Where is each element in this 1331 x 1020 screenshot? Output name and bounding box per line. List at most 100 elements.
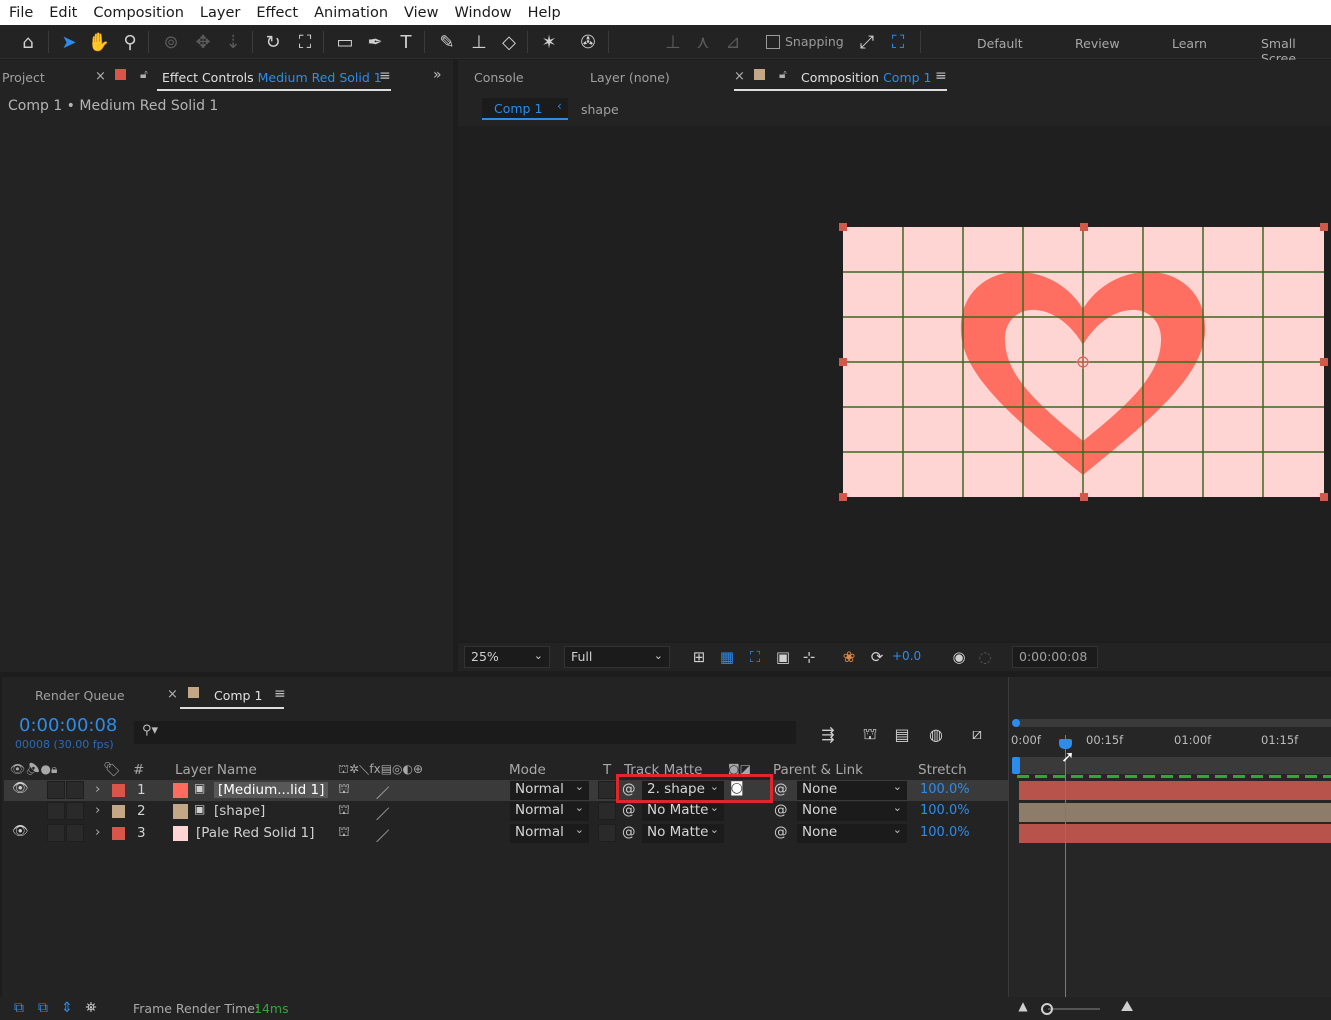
- quality-switch-icon[interactable]: ／: [376, 782, 390, 802]
- quality-switch-icon[interactable]: ／: [376, 803, 390, 823]
- close-icon[interactable]: ×: [167, 687, 178, 702]
- stretch-value[interactable]: 100.0%: [920, 825, 970, 840]
- track-matte-select[interactable]: No Matte ⌄: [642, 801, 724, 821]
- eye-icon[interactable]: 👁︎: [12, 781, 29, 796]
- region-of-interest-icon[interactable]: ▣: [770, 644, 796, 670]
- comp-nav-comp1[interactable]: Comp 1 ‹: [482, 98, 568, 120]
- zoom-select[interactable]: 25% ⌄: [464, 646, 550, 668]
- tab-comp-1[interactable]: Comp 1: [214, 688, 262, 703]
- layer-row[interactable]: 👁︎ › 3 [Pale Red Solid 1] ⛫ ／ Normal ⌄ @ No Matte…: [4, 823, 1008, 845]
- grid-guides-icon[interactable]: ⊹: [796, 644, 822, 670]
- menu-effect[interactable]: Effect: [248, 5, 306, 21]
- reset-exposure-icon[interactable]: ⟳: [864, 644, 890, 670]
- lock-icon[interactable]: 🔓︎: [140, 67, 148, 82]
- label-color-swatch[interactable]: [112, 805, 125, 818]
- eye-icon[interactable]: 👁︎: [12, 824, 29, 839]
- transform-handle[interactable]: [1080, 493, 1088, 501]
- workspace-review[interactable]: Review: [1075, 36, 1120, 51]
- snapping-toggle[interactable]: Snapping: [766, 34, 844, 49]
- composition-flowchart-icon[interactable]: ⇶: [815, 721, 841, 747]
- view-axis-icon[interactable]: ⊿: [720, 29, 746, 55]
- parent-pick-whip-icon[interactable]: @: [774, 824, 788, 840]
- tab-render-queue[interactable]: Render Queue: [35, 688, 125, 703]
- search-input[interactable]: ⚲▾: [134, 721, 796, 744]
- close-icon[interactable]: ×: [95, 69, 106, 84]
- pan-behind-tool-icon[interactable]: ⛶: [292, 29, 318, 55]
- menu-animation[interactable]: Animation: [306, 5, 396, 21]
- shy-switch-icon[interactable]: ⛫: [338, 782, 350, 799]
- hand-tool-icon[interactable]: ✋: [86, 29, 112, 55]
- local-axis-icon[interactable]: ⊥: [660, 29, 686, 55]
- label-color-swatch[interactable]: [112, 827, 125, 840]
- tab-composition[interactable]: Composition Comp 1: [801, 70, 931, 85]
- orbit-camera-icon[interactable]: ⊚: [158, 29, 184, 55]
- workspace-learn[interactable]: Learn: [1172, 36, 1207, 51]
- parent-select[interactable]: None ⌄: [797, 823, 907, 843]
- composition-canvas[interactable]: [843, 227, 1324, 497]
- timeline-graph-area[interactable]: 0:00f 00:15f 01:00f 01:15f ➚: [1008, 677, 1331, 1020]
- shy-layers-icon[interactable]: ⛫: [857, 721, 883, 747]
- parent-select[interactable]: None ⌄: [797, 801, 907, 821]
- tab-layer[interactable]: Layer (none): [590, 70, 670, 85]
- transparency-grid-icon[interactable]: ▦: [714, 644, 740, 670]
- panel-menu-icon[interactable]: ≡: [379, 68, 391, 84]
- menu-help[interactable]: Help: [520, 5, 569, 21]
- render-time-icon[interactable]: ⛯: [78, 995, 104, 1020]
- graph-editor-icon[interactable]: ⧄: [964, 721, 990, 747]
- snap-features-icon[interactable]: ⛶: [885, 29, 911, 55]
- layer-row[interactable]: 👁︎ › 1 ▣ [Medium...lid 1] ⛫ ／ Normal ⌄ @2. shape ⌄…: [4, 780, 1008, 802]
- expand-chevron-icon[interactable]: ›: [95, 781, 100, 797]
- menu-view[interactable]: View: [396, 5, 446, 21]
- transfer-controls-icon[interactable]: ⧉: [30, 995, 56, 1020]
- work-area-start[interactable]: [1012, 719, 1020, 727]
- clone-stamp-tool-icon[interactable]: ⊥: [466, 29, 492, 55]
- workspace-default[interactable]: Default: [977, 36, 1023, 51]
- layer-switches-toggle-icon[interactable]: ⧉: [6, 995, 32, 1020]
- pick-whip-icon[interactable]: @: [622, 802, 636, 818]
- parent-pick-whip-icon[interactable]: @: [774, 802, 788, 818]
- blend-mode-select[interactable]: Normal ⌄: [510, 801, 589, 821]
- tab-console[interactable]: Console: [474, 70, 524, 85]
- transform-handle[interactable]: [1080, 223, 1088, 231]
- zoom-out-icon[interactable]: ▲: [1010, 993, 1036, 1019]
- solo-toggle[interactable]: [47, 802, 65, 820]
- panel-menu-icon[interactable]: ≡: [274, 686, 286, 702]
- in-out-toggle-icon[interactable]: ⇕: [54, 995, 80, 1020]
- stretch-value[interactable]: 100.0%: [920, 782, 970, 797]
- shy-switch-icon[interactable]: ⛫: [338, 825, 350, 842]
- mask-visibility-icon[interactable]: ⛶: [742, 644, 768, 670]
- track-matte-select[interactable]: No Matte ⌄: [642, 823, 724, 843]
- fast-previews-icon[interactable]: ⊞: [686, 644, 712, 670]
- transform-handle[interactable]: [839, 223, 847, 231]
- transform-handle[interactable]: [1320, 223, 1328, 231]
- menu-window[interactable]: Window: [446, 5, 519, 21]
- brush-tool-icon[interactable]: ✎: [434, 29, 460, 55]
- zoom-in-icon[interactable]: ⛰: [1114, 993, 1140, 1019]
- type-tool-icon[interactable]: T: [393, 29, 419, 55]
- lock-toggle[interactable]: [66, 824, 84, 842]
- eraser-tool-icon[interactable]: ◇: [496, 29, 522, 55]
- expand-chevron-icon[interactable]: ›: [95, 802, 100, 818]
- lock-icon[interactable]: 🔓︎: [779, 67, 787, 82]
- stretch-value[interactable]: 100.0%: [920, 803, 970, 818]
- layer-name[interactable]: [Pale Red Solid 1]: [196, 825, 314, 841]
- expand-chevron-icon[interactable]: ›: [95, 824, 100, 840]
- menu-edit[interactable]: Edit: [41, 5, 85, 21]
- tab-effect-controls[interactable]: Effect Controls Medium Red Solid 1: [162, 70, 382, 85]
- solo-toggle[interactable]: [47, 824, 65, 842]
- pick-whip-icon[interactable]: @: [622, 824, 636, 840]
- overflow-chevron-icon[interactable]: »: [433, 67, 442, 83]
- shy-switch-icon[interactable]: ⛫: [338, 803, 350, 820]
- work-area-bar[interactable]: [1017, 719, 1331, 727]
- panel-menu-icon[interactable]: ≡: [935, 68, 947, 84]
- selection-tool-icon[interactable]: ➤: [56, 29, 82, 55]
- parent-select[interactable]: None ⌄: [797, 780, 907, 800]
- track-xy-camera-icon[interactable]: ✥: [190, 29, 216, 55]
- label-color-swatch[interactable]: [112, 784, 125, 797]
- menu-layer[interactable]: Layer: [192, 5, 248, 21]
- resolution-select[interactable]: Full ⌄: [564, 646, 670, 668]
- transform-handle[interactable]: [839, 493, 847, 501]
- layer-row[interactable]: › 2 ▣ [shape] ⛫ ／ Normal ⌄ @ No Matte ⌄ @ None ⌄ 100.0…: [4, 801, 1008, 823]
- transform-handle[interactable]: [839, 358, 847, 366]
- zoom-slider-knob[interactable]: [1041, 1003, 1053, 1015]
